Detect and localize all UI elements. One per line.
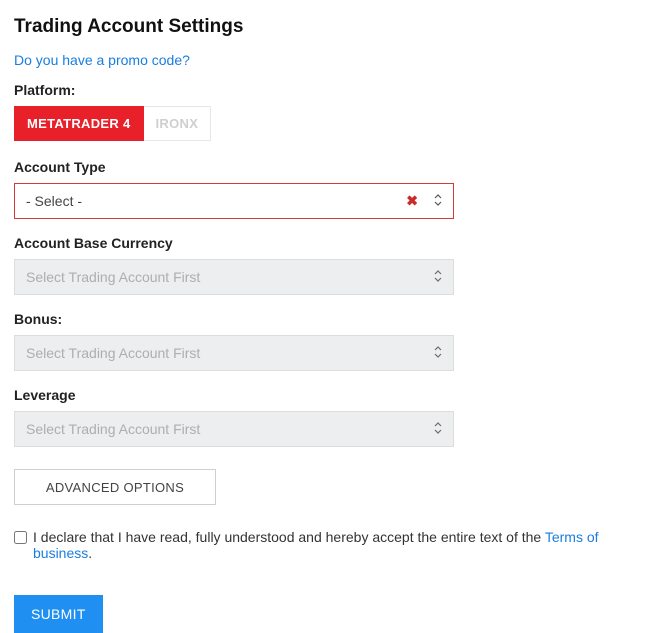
close-icon[interactable]: ✖ [406,193,418,210]
submit-button[interactable]: SUBMIT [14,595,103,633]
page-title: Trading Account Settings [14,16,646,38]
chevron-updown-icon [434,422,442,436]
advanced-options-button[interactable]: ADVANCED OPTIONS [14,469,216,505]
chevron-updown-icon [434,270,442,284]
base-currency-label: Account Base Currency [14,235,646,251]
base-currency-select[interactable]: Select Trading Account First [14,259,454,295]
base-currency-value: Select Trading Account First [26,269,200,285]
bonus-value: Select Trading Account First [26,345,200,361]
bonus-label: Bonus: [14,311,646,327]
account-type-label: Account Type [14,159,646,175]
platform-metatrader4[interactable]: METATRADER 4 [14,106,144,141]
chevron-updown-icon [434,194,442,208]
terms-label: I declare that I have read, fully unders… [33,529,646,561]
platform-label: Platform: [14,82,646,98]
terms-checkbox[interactable] [14,531,27,544]
leverage-value: Select Trading Account First [26,421,200,437]
bonus-select[interactable]: Select Trading Account First [14,335,454,371]
account-type-select[interactable]: - Select - ✖ [14,183,454,219]
leverage-label: Leverage [14,387,646,403]
account-type-value: - Select - [26,193,82,209]
leverage-select[interactable]: Select Trading Account First [14,411,454,447]
platform-ironx[interactable]: IRONX [144,106,212,141]
chevron-updown-icon [434,346,442,360]
terms-declaration[interactable]: I declare that I have read, fully unders… [14,529,646,561]
promo-code-link[interactable]: Do you have a promo code? [14,52,190,68]
